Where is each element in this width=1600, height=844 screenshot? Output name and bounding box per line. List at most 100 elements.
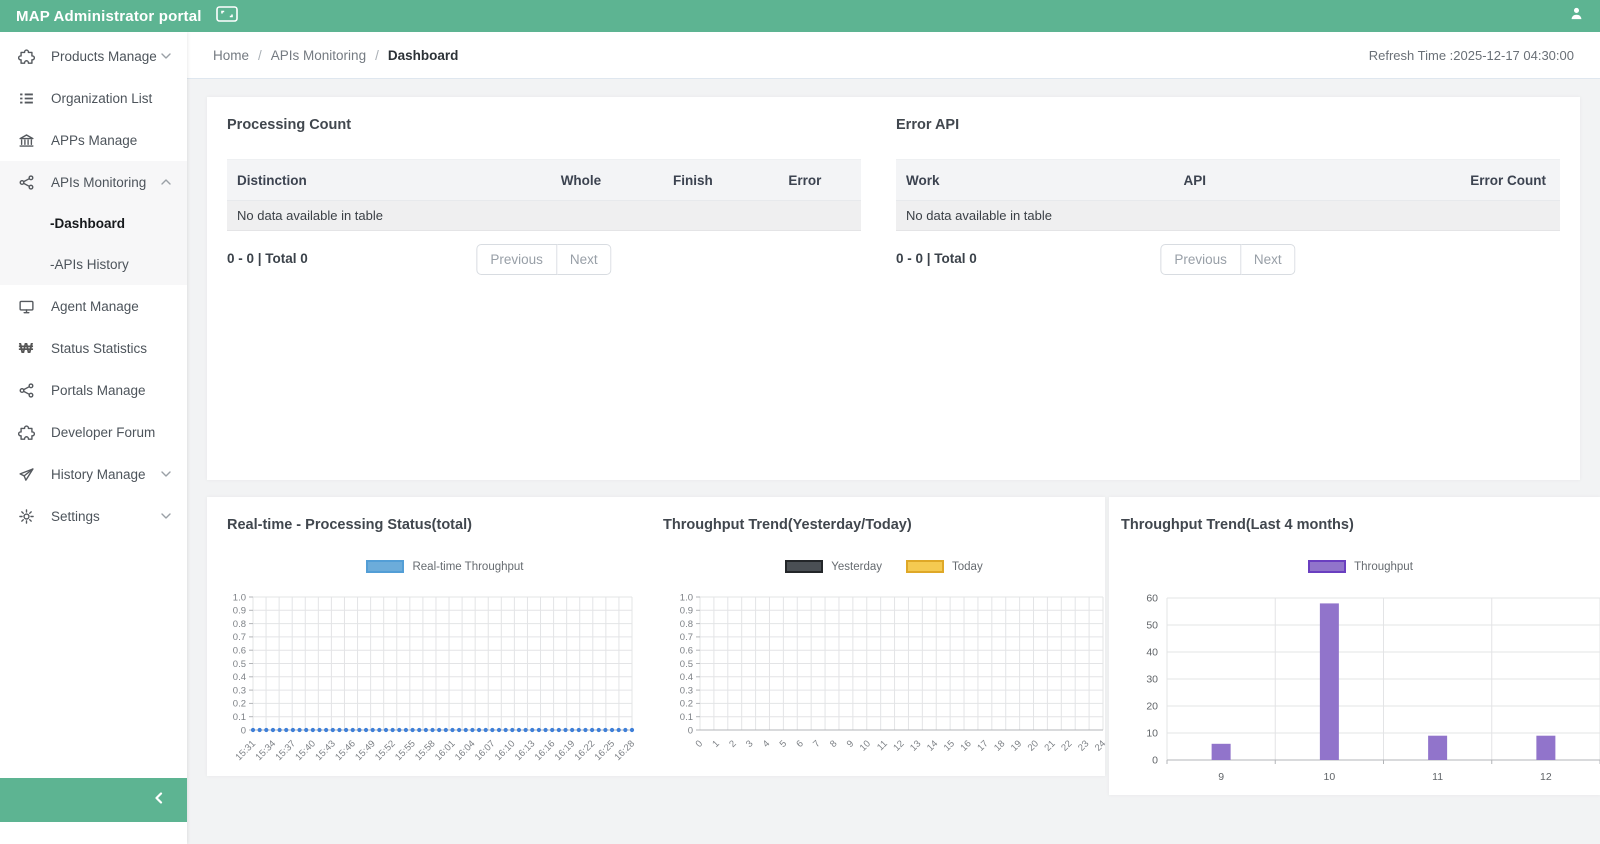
svg-text:11: 11 [875,738,890,753]
sidebar-item-settings[interactable]: Settings [0,495,187,537]
svg-text:10: 10 [858,738,873,753]
svg-text:0.6: 0.6 [680,646,693,657]
error-api-section: Error API Work API Error Count No data ava… [896,117,1560,460]
top-header-bar: MAP Administrator portal [0,0,1600,32]
previous-page-button[interactable]: Previous [1160,244,1241,275]
svg-text:15: 15 [942,738,957,753]
sidebar-item-products-manage[interactable]: Products Manage [0,35,187,77]
svg-text:15:46: 15:46 [333,738,358,763]
legend-swatch [785,560,824,573]
svg-text:0.8: 0.8 [680,619,693,630]
column-header-error: Error [788,172,822,188]
svg-text:12: 12 [891,738,906,753]
chart-throughput-trend-months: Throughput Trend(Last 4 months) Throughp… [1121,517,1600,790]
svg-text:0.3: 0.3 [680,685,693,696]
sidebar-subitem-dashboard[interactable]: -Dashboard [0,203,187,244]
processing-count-section: Processing Count Distinction Whole Finish E… [227,117,861,460]
sidebar-item-developer-forum[interactable]: Developer Forum [0,411,187,453]
chart-realtime-processing-status: Real-time - Processing Status(total) Rea… [227,517,663,776]
user-menu-button[interactable] [1569,6,1584,26]
sidebar-item-organization-list[interactable]: Organization List [0,77,187,119]
sidebar-item-agent-manage[interactable]: Agent Manage [0,285,187,327]
sidebar-item-label: Developer Forum [51,424,156,440]
sidebar-item-portals-manage[interactable]: Portals Manage [0,369,187,411]
column-header-distinction: Distinction [237,172,307,188]
chart-throughput-trend-day: Throughput Trend(Yesterday/Today) Yester… [663,517,1108,776]
svg-text:5: 5 [778,738,790,750]
legend-label: Throughput [1354,560,1413,573]
svg-text:9: 9 [845,738,857,750]
throughput-trend-months-chart-canvas: 60 50 40 30 20 10 0 9 10 11 12 [1146,593,1600,783]
svg-text:0.7: 0.7 [233,632,246,643]
puzzle-icon [16,422,36,442]
chart-title: Real-time - Processing Status(total) [227,517,472,533]
svg-text:16:01: 16:01 [433,738,458,763]
share-icon [16,380,36,400]
sidebar-subitem-apis-history[interactable]: -APIs History [0,244,187,285]
svg-text:0: 0 [694,738,706,750]
next-page-button[interactable]: Next [556,244,612,275]
user-icon [1569,6,1584,26]
svg-text:8: 8 [828,738,840,750]
sidebar-item-label: APIs Monitoring [51,174,147,190]
processing-count-table: Distinction Whole Finish Error No data avai… [227,159,861,231]
svg-text:16:22: 16:22 [573,738,598,763]
chart-legend: Yesterday Today [663,559,1105,574]
svg-text:13: 13 [908,738,923,753]
throughput-trend-day-chart-canvas: 1.00.90.80.70.60.50.40.30.20.100 1 2 3 4 5 6 7 8… [680,592,1108,753]
won-icon: ₩ [18,339,34,357]
sidebar-item-history-manage[interactable]: History Manage [0,453,187,495]
pagination: 0 - 0 | Total 0 Previous Next [227,244,861,275]
svg-text:15:43: 15:43 [313,738,338,763]
chart-legend: Throughput [1121,559,1600,574]
svg-text:16:19: 16:19 [553,738,578,763]
svg-text:11: 11 [1432,771,1443,783]
legend-entry-today: Today [906,560,983,573]
fullscreen-icon [215,5,238,27]
sidebar-item-label: Settings [51,508,100,524]
svg-text:14: 14 [925,738,940,753]
chart-title: Throughput Trend(Last 4 months) [1121,517,1354,533]
svg-text:15:34: 15:34 [253,738,278,763]
legend-swatch [906,560,945,573]
svg-text:2: 2 [727,738,739,750]
sidebar-menu: Products Manage Organization List APPs Man… [0,32,187,537]
bank-icon [16,130,36,150]
column-header-error-count: Error Count [1470,172,1546,188]
legend-swatch [366,560,405,573]
svg-text:0.7: 0.7 [680,632,693,643]
svg-text:0.9: 0.9 [680,606,693,617]
next-page-button[interactable]: Next [1240,244,1296,275]
breadcrumb-item-home[interactable]: Home [213,48,249,63]
breadcrumb-item-dashboard: Dashboard [387,47,459,63]
pagination-summary: 0 - 0 | Total 0 [227,251,308,266]
svg-text:16:28: 16:28 [613,738,638,763]
chevron-up-icon [161,179,171,185]
fullscreen-toggle-button[interactable] [215,5,238,27]
previous-page-button[interactable]: Previous [476,244,557,275]
chevron-down-icon [161,471,171,477]
svg-text:4: 4 [761,738,773,750]
sidebar-item-label: Agent Manage [51,298,139,314]
legend-label: Today [952,560,983,573]
svg-text:16:16: 16:16 [533,738,558,763]
sidebar-item-label: Products Manage [51,48,157,64]
chevron-left-icon [154,791,163,809]
sidebar-item-status-statistics[interactable]: ₩ Status Statistics [0,327,187,369]
svg-text:15:37: 15:37 [273,738,298,763]
svg-text:3: 3 [744,738,756,750]
share-icon [16,172,36,192]
sidebar-item-apis-monitoring[interactable]: APIs Monitoring [0,161,187,203]
column-header-finish: Finish [673,172,713,188]
svg-text:16:13: 16:13 [513,738,538,763]
svg-text:15:58: 15:58 [413,738,438,763]
svg-text:16:25: 16:25 [593,738,618,763]
charts-card: Real-time - Processing Status(total) Rea… [207,497,1108,776]
legend-entry-yesterday: Yesterday [785,560,882,573]
puzzle-icon [16,46,36,66]
sidebar-item-apps-manage[interactable]: APPs Manage [0,119,187,161]
svg-text:18: 18 [992,738,1007,753]
legend-swatch [1308,560,1347,573]
sidebar-collapse-button[interactable] [0,778,187,822]
breadcrumb-item-apis-monitoring[interactable]: APIs Monitoring [271,48,366,63]
